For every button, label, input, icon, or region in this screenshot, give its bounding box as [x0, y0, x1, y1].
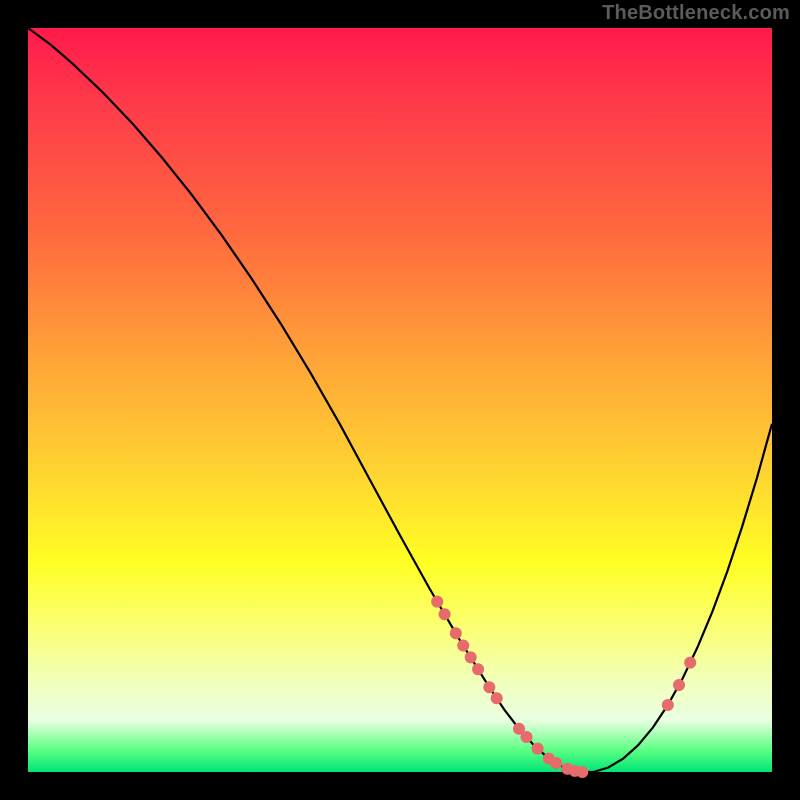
curve-marker: [662, 699, 674, 711]
curve-marker: [483, 681, 495, 693]
chart-gradient-background: [28, 28, 772, 772]
curve-marker: [550, 757, 562, 769]
curve-marker: [439, 608, 451, 620]
curve-line: [28, 28, 772, 772]
curve-marker: [673, 679, 685, 691]
curve-marker-group: [431, 596, 696, 778]
curve-marker: [450, 627, 462, 639]
curve-marker: [576, 766, 588, 778]
curve-marker: [431, 596, 443, 608]
curve-marker: [521, 731, 533, 743]
attribution-text: TheBottleneck.com: [602, 2, 790, 25]
curve-marker: [684, 657, 696, 669]
curve-marker: [457, 640, 469, 652]
curve-marker: [465, 651, 477, 663]
curve-marker: [491, 692, 503, 704]
bottleneck-curve: [28, 28, 772, 772]
curve-marker: [532, 743, 544, 755]
curve-marker: [472, 663, 484, 675]
